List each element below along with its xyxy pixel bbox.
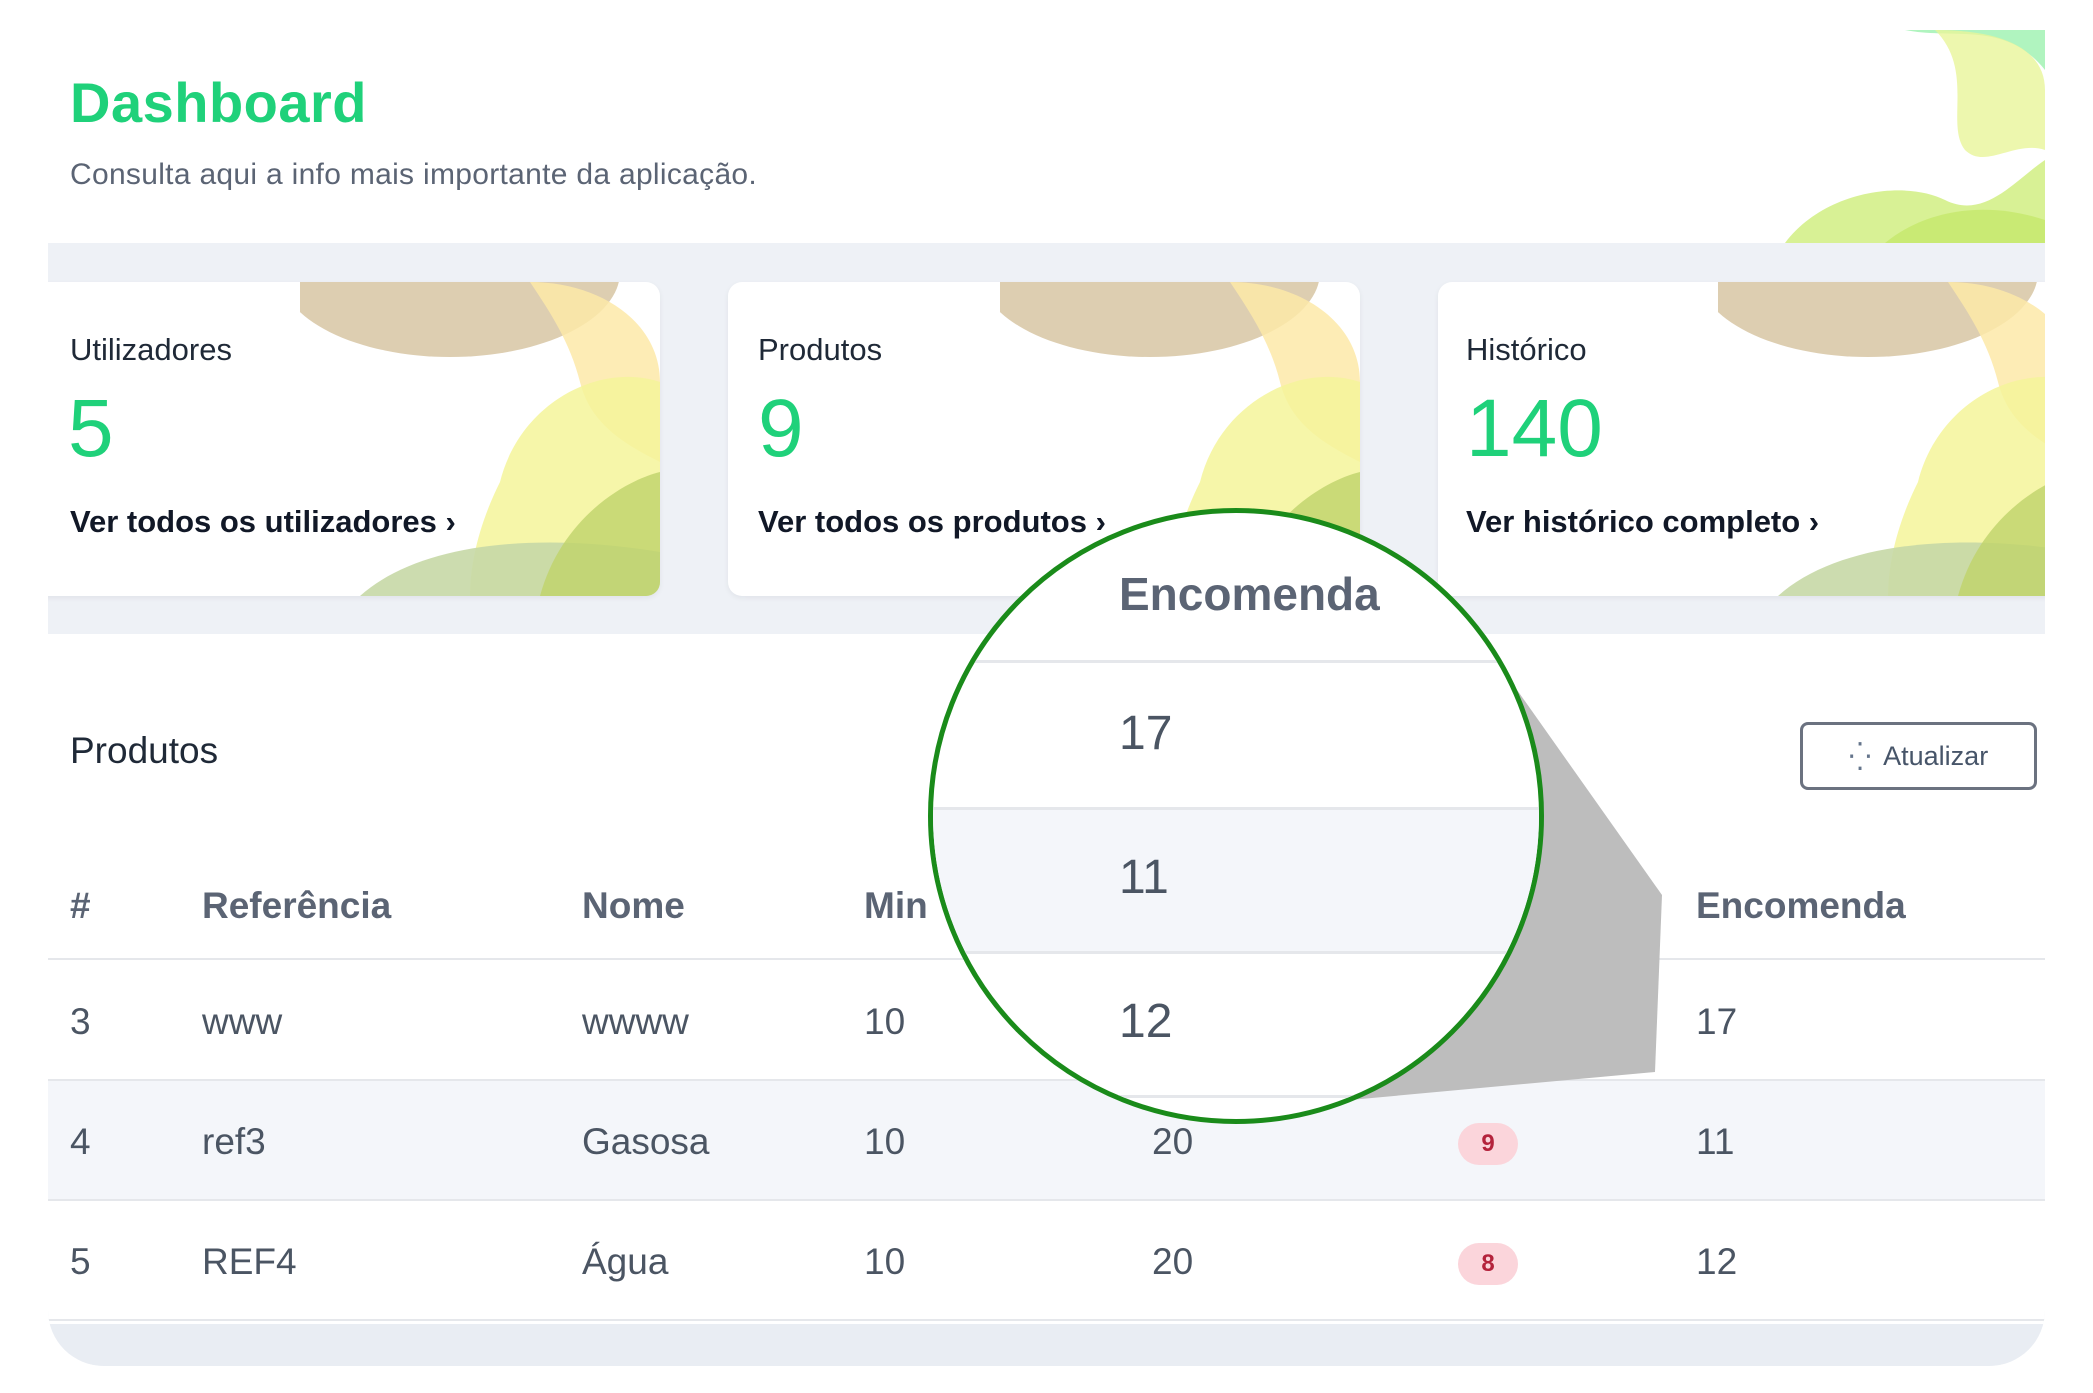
cell-id: 5 [70,1241,91,1282]
decorative-blob [1718,282,2045,596]
view-all-users-link[interactable]: Ver todos os utilizadores › [70,504,456,540]
cell-reference: www [202,1001,283,1042]
cell-stock-max: 20 [1152,1241,1194,1282]
cell-reference: REF4 [202,1241,297,1282]
cell-id: 4 [70,1121,91,1162]
decorative-blob [1785,30,2045,243]
decorative-blob [300,282,660,596]
spinner-icon: ⁛ [1848,740,1872,772]
stock-badge: 9 [1458,1123,1518,1165]
column-header-name[interactable]: Nome [582,885,685,927]
magnifier-row: 17 [933,666,1539,810]
zoom-magnifier: Encomenda 17 11 12 [928,508,1544,1124]
column-header-order[interactable]: Encomenda [1696,885,1906,927]
products-title: Produtos [70,730,219,771]
stat-value: 140 [1466,383,1603,474]
page-header: Dashboard Consulta aqui a info mais impo… [48,30,2045,243]
cell-id: 3 [70,1001,91,1042]
magnifier-header-label: Encomenda [1119,568,1380,620]
magnifier-row: 12 [933,954,1539,1098]
magnifier-row: 11 [933,810,1539,954]
cell-min: 10 [864,1001,906,1042]
stock-badge: 8 [1458,1243,1518,1285]
magnifier-value: 12 [1119,995,1173,1048]
magnifier-header: Encomenda [933,513,1539,663]
refresh-label: Atualizar [1883,740,1989,771]
stat-card-users: Utilizadores 5 Ver todos os utilizadores… [48,282,660,596]
cell-stock-max: 20 [1152,1121,1194,1162]
cell-name: Água [582,1241,669,1282]
cell-name: wwww [582,1001,689,1042]
stat-label: Histórico [1466,332,1587,367]
stat-value: 9 [758,383,804,474]
cell-min: 10 [864,1121,906,1162]
table-row[interactable]: 5 REF4 Água 10 20 8 12 [48,1201,2045,1321]
column-header-reference[interactable]: Referência [202,885,391,927]
column-header-min[interactable]: Min [864,885,928,927]
magnifier-value: 11 [1119,851,1169,904]
stat-label: Produtos [758,332,883,367]
stat-label: Utilizadores [70,332,232,367]
column-header-id[interactable]: # [70,885,91,927]
cell-reference: ref3 [202,1121,266,1162]
cell-order: 17 [1696,1001,1738,1042]
magnifier-value: 17 [1119,707,1173,760]
cell-name: Gasosa [582,1121,710,1162]
stat-value: 5 [68,383,114,474]
cell-min: 10 [864,1241,906,1282]
page-title: Dashboard [70,71,367,134]
magnifier-content: Encomenda 17 11 12 [933,513,1539,1119]
refresh-button[interactable]: ⁛ Atualizar [1800,722,2037,790]
cell-order: 12 [1696,1241,1738,1282]
page-subtitle: Consulta aqui a info mais importante da … [70,158,758,191]
footer-band [48,1324,2045,1366]
cell-order: 11 [1696,1121,1735,1162]
